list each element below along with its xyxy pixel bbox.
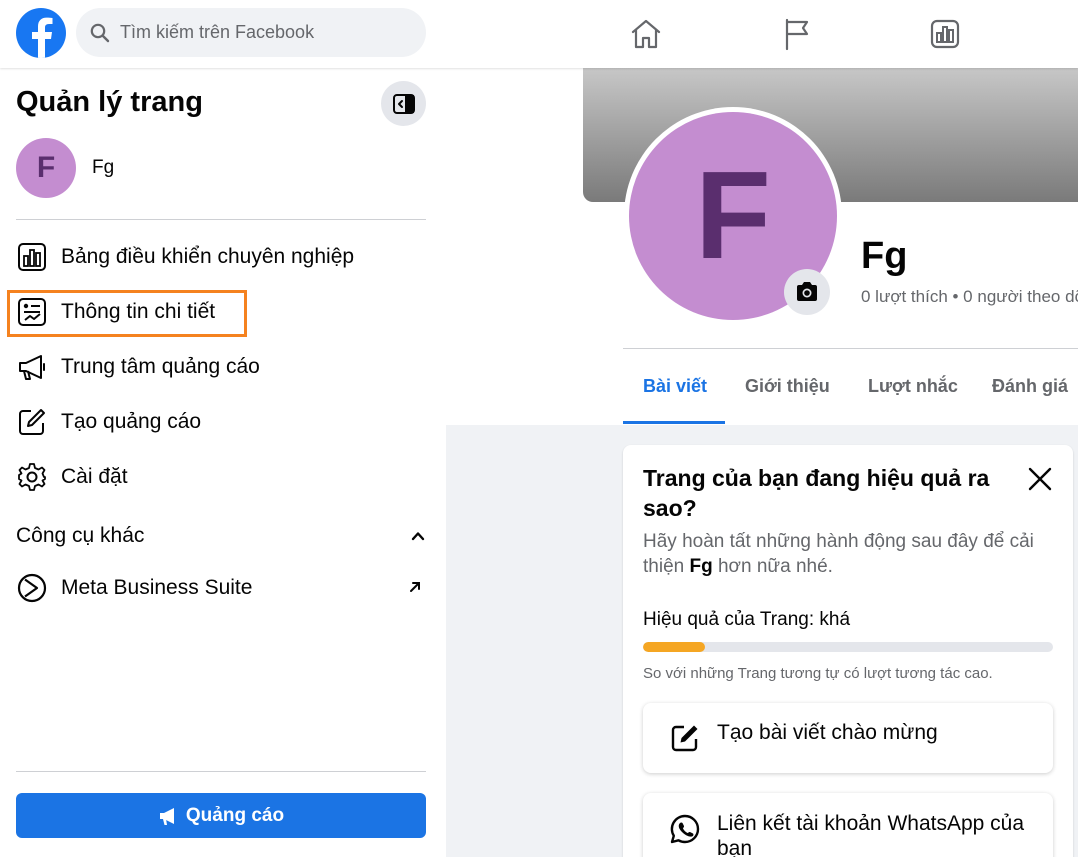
sidebar-item-label: Meta Business Suite xyxy=(61,576,253,599)
sidebar-divider xyxy=(16,219,426,220)
promote-button-label: Quảng cáo xyxy=(185,804,285,826)
home-icon[interactable] xyxy=(626,14,666,54)
chevron-up-icon xyxy=(411,532,425,541)
search-icon xyxy=(90,23,110,42)
performance-progress-bar xyxy=(643,642,1053,652)
page-switcher[interactable]: F Fg xyxy=(16,138,114,198)
sidebar-item-meta-business-suite[interactable]: Meta Business Suite xyxy=(16,568,426,608)
tab-reviews[interactable]: Đánh giá xyxy=(992,376,1068,397)
collapse-panel-icon xyxy=(392,93,415,114)
search-input[interactable] xyxy=(120,22,410,43)
gear-icon xyxy=(16,461,48,493)
dashboard-icon xyxy=(16,241,48,273)
megaphone-icon xyxy=(16,351,48,383)
create-welcome-post-button[interactable]: Tạo bài viết chào mừng xyxy=(643,703,1053,773)
profile-name: Fg xyxy=(861,235,908,277)
sidebar-item-label: Trung tâm quảng cáo xyxy=(61,355,260,378)
sidebar-item-label: Bảng điều khiển chuyên nghiệp xyxy=(61,245,355,268)
profile-stats: 0 lượt thích • 0 người theo dõi xyxy=(861,287,1078,306)
manage-page-sidebar: Quản lý trang F Fg Bảng điều khiển chuyê… xyxy=(0,68,446,857)
meta-business-suite-icon xyxy=(16,572,48,604)
active-tab-indicator xyxy=(623,421,725,424)
other-tools-label: Công cụ khác xyxy=(16,524,145,547)
search-bar[interactable] xyxy=(76,8,426,57)
sidebar-item-create-ad[interactable]: Tạo quảng cáo xyxy=(16,402,426,442)
action-label: Tạo bài viết chào mừng xyxy=(717,721,938,744)
update-profile-picture-button[interactable] xyxy=(784,269,830,315)
tab-about[interactable]: Giới thiệu xyxy=(745,376,830,397)
sidebar-divider xyxy=(16,771,426,772)
page-avatar: F xyxy=(16,138,76,198)
megaphone-icon xyxy=(159,807,174,825)
card-title: Trang của bạn đang hiệu quả ra sao? xyxy=(643,465,990,521)
comparison-note: So với những Trang tương tự có lượt tươn… xyxy=(643,665,993,682)
tabs-divider xyxy=(623,348,1078,349)
collapse-sidebar-button[interactable] xyxy=(381,81,426,126)
performance-label: Hiệu quả của Trang: khá xyxy=(643,609,851,630)
sidebar-item-settings[interactable]: Cài đặt xyxy=(16,457,426,497)
card-description-text: hơn nữa nhé. xyxy=(712,556,833,577)
flag-icon[interactable] xyxy=(776,14,816,54)
card-description-page-name: Fg xyxy=(689,556,713,577)
sidebar-item-label: Cài đặt xyxy=(61,465,128,488)
compose-icon xyxy=(667,720,703,756)
tab-posts[interactable]: Bài viết xyxy=(643,376,707,397)
performance-progress-fill xyxy=(643,642,705,652)
close-icon xyxy=(1028,467,1052,491)
highlight-box xyxy=(7,290,247,337)
sidebar-title: Quản lý trang xyxy=(16,86,203,118)
whatsapp-icon xyxy=(667,811,703,847)
card-description: Hãy hoàn tất những hành động sau đây để … xyxy=(643,529,1063,579)
promote-button[interactable]: Quảng cáo xyxy=(16,793,426,838)
edit-icon xyxy=(16,406,48,438)
sidebar-item-ad-center[interactable]: Trung tâm quảng cáo xyxy=(16,347,426,387)
camera-icon xyxy=(797,282,817,301)
page-name: Fg xyxy=(92,157,115,178)
action-label: Liên kết tài khoản WhatsApp của bạn xyxy=(717,812,1025,857)
sidebar-item-professional-dashboard[interactable]: Bảng điều khiển chuyên nghiệp xyxy=(16,237,426,277)
other-tools-header[interactable]: Công cụ khác xyxy=(16,524,426,548)
sidebar-item-label: Tạo quảng cáo xyxy=(61,410,202,433)
page-performance-card: Trang của bạn đang hiệu quả ra sao? Hãy … xyxy=(623,445,1073,857)
close-button[interactable] xyxy=(1023,462,1057,496)
analytics-icon[interactable] xyxy=(925,14,965,54)
facebook-logo-icon[interactable] xyxy=(16,8,66,58)
tab-mentions[interactable]: Lượt nhắc xyxy=(868,376,958,397)
link-whatsapp-button[interactable]: Liên kết tài khoản WhatsApp của bạn xyxy=(643,793,1053,857)
external-link-icon xyxy=(410,582,420,592)
top-navigation-bar xyxy=(0,0,1078,68)
